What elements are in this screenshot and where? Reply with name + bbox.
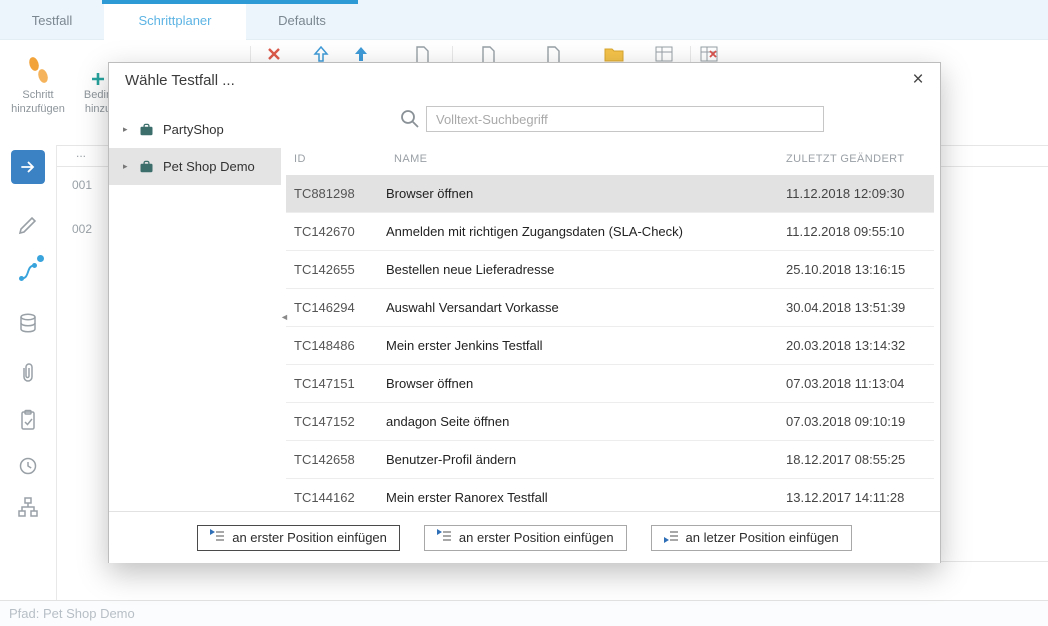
toolbar-separator	[690, 46, 691, 62]
choose-testcase-dialog: Wähle Testfall ... × ▸ PartyShop ▸	[108, 62, 941, 563]
table-row[interactable]: TC144162 Mein erster Ranorex Testfall 13…	[286, 479, 934, 511]
footsteps-icon	[6, 48, 70, 86]
insert-first-position-button[interactable]: an erster Position einfügen	[197, 525, 400, 551]
run-button[interactable]	[0, 150, 56, 184]
cell-modified: 25.10.2018 13:16:15	[786, 262, 934, 277]
table-row[interactable]: TC146294 Auswahl Versandart Vorkasse 30.…	[286, 289, 934, 327]
tree-item-pet-shop-demo[interactable]: ▸ Pet Shop Demo	[109, 148, 281, 185]
column-header-name: NAME	[394, 153, 427, 165]
tab-schrittplaner[interactable]: Schrittplaner	[104, 0, 246, 40]
cell-name: Bestellen neue Lieferadresse	[386, 262, 786, 277]
checklist-icon[interactable]	[0, 408, 56, 432]
dialog-footer: an erster Position einfügen an erster Po…	[109, 511, 940, 563]
tree-item-label: PartyShop	[163, 122, 224, 137]
button-label: an erster Position einfügen	[459, 530, 614, 545]
active-tab-accent-bar	[102, 0, 358, 4]
column-header-id: ID	[294, 153, 306, 165]
table-row[interactable]: TC142658 Benutzer-Profil ändern 18.12.20…	[286, 441, 934, 479]
steps-planner-icon[interactable]	[0, 259, 56, 285]
insert-last-position-button[interactable]: an letzer Position einfügen	[651, 525, 852, 551]
grid-header-line	[57, 166, 108, 167]
toolbar-separator	[250, 46, 251, 62]
insert-last-icon	[664, 529, 679, 546]
search-icon	[399, 108, 420, 134]
cell-modified: 11.12.2018 12:09:30	[786, 186, 934, 201]
cell-id: TC148486	[286, 338, 386, 353]
table-row[interactable]: TC142670 Anmelden mit richtigen Zugangsd…	[286, 213, 934, 251]
database-icon[interactable]	[0, 311, 56, 335]
grid-row-number: 002	[72, 222, 92, 236]
search-input[interactable]	[426, 106, 824, 132]
cell-id: TC142655	[286, 262, 386, 277]
cell-id: TC146294	[286, 300, 386, 315]
insert-first-icon	[210, 529, 225, 546]
cell-modified: 07.03.2018 09:10:19	[786, 414, 934, 429]
table-row[interactable]: TC147152 andagon Seite öffnen 07.03.2018…	[286, 403, 934, 441]
history-icon[interactable]	[0, 453, 56, 477]
grid-column-header-ellipsis: ...	[76, 146, 86, 160]
testcase-table-body: TC881298 Browser öffnen 11.12.2018 12:09…	[286, 175, 934, 511]
cell-modified: 13.12.2017 14:11:28	[786, 490, 934, 505]
briefcase-icon	[138, 122, 155, 138]
sitemap-icon[interactable]	[0, 495, 56, 519]
chevron-right-icon[interactable]: ▸	[123, 161, 133, 172]
attachment-icon[interactable]	[0, 361, 56, 385]
app-window: Testfall Schrittplaner Defaults Schritt …	[0, 0, 1048, 626]
cell-id: TC144162	[286, 490, 386, 505]
cell-modified: 07.03.2018 11:13:04	[786, 376, 934, 391]
cell-name: Browser öffnen	[386, 186, 786, 201]
notification-dot	[37, 255, 44, 262]
button-label: an letzer Position einfügen	[686, 530, 839, 545]
cell-modified: 18.12.2017 08:55:25	[786, 452, 934, 467]
cell-modified: 11.12.2018 09:55:10	[786, 224, 934, 239]
cell-name: Anmelden mit richtigen Zugangsdaten (SLA…	[386, 224, 786, 239]
tree-item-partyshop[interactable]: ▸ PartyShop	[109, 111, 281, 148]
add-step-label-line1: Schritt	[6, 88, 70, 102]
cell-id: TC142658	[286, 452, 386, 467]
insert-first-position-button-2[interactable]: an erster Position einfügen	[424, 525, 627, 551]
edit-icon[interactable]	[0, 213, 56, 237]
table-row[interactable]: TC147151 Browser öffnen 07.03.2018 11:13…	[286, 365, 934, 403]
add-step-label-line2: hinzufügen	[6, 102, 70, 116]
table-row[interactable]: TC148486 Mein erster Jenkins Testfall 20…	[286, 327, 934, 365]
table-row[interactable]: TC881298 Browser öffnen 11.12.2018 12:09…	[286, 175, 934, 213]
tab-defaults[interactable]: Defaults	[246, 0, 358, 40]
cell-name: andagon Seite öffnen	[386, 414, 786, 429]
dialog-title: Wähle Testfall ...	[125, 72, 235, 89]
cell-name: Mein erster Jenkins Testfall	[386, 338, 786, 353]
grid-bottom-line-right	[941, 561, 1048, 562]
arrow-right-icon	[11, 150, 45, 184]
tab-testfall[interactable]: Testfall	[0, 0, 104, 40]
cell-id: TC147152	[286, 414, 386, 429]
toolbar-separator	[452, 46, 453, 62]
cell-name: Browser öffnen	[386, 376, 786, 391]
cell-name: Mein erster Ranorex Testfall	[386, 490, 786, 505]
column-header-modified: ZULETZT GEÄNDERT	[786, 153, 904, 165]
left-sidebar	[0, 145, 57, 600]
chevron-right-icon[interactable]: ▸	[123, 124, 133, 135]
cell-id: TC147151	[286, 376, 386, 391]
insert-first-icon	[437, 529, 452, 546]
button-label: an erster Position einfügen	[232, 530, 387, 545]
grid-row-number: 001	[72, 178, 92, 192]
grid-header-line-right	[941, 166, 1048, 167]
cell-modified: 20.03.2018 13:14:32	[786, 338, 934, 353]
cell-id: TC142670	[286, 224, 386, 239]
table-row[interactable]: TC142655 Bestellen neue Lieferadresse 25…	[286, 251, 934, 289]
status-path-label: Pfad: Pet Shop Demo	[9, 606, 135, 621]
add-step-button[interactable]: Schritt hinzufügen	[6, 48, 70, 116]
project-tree: ▸ PartyShop ▸ Pet Shop Demo	[109, 111, 281, 185]
briefcase-icon	[138, 159, 155, 175]
status-bar: Pfad: Pet Shop Demo	[0, 601, 1048, 626]
tree-item-label: Pet Shop Demo	[163, 159, 255, 174]
close-icon[interactable]: ×	[906, 68, 930, 92]
cell-name: Benutzer-Profil ändern	[386, 452, 786, 467]
tab-strip: Testfall Schrittplaner Defaults	[0, 0, 1048, 40]
cell-name: Auswahl Versandart Vorkasse	[386, 300, 786, 315]
cell-id: TC881298	[286, 186, 386, 201]
cell-modified: 30.04.2018 13:51:39	[786, 300, 934, 315]
